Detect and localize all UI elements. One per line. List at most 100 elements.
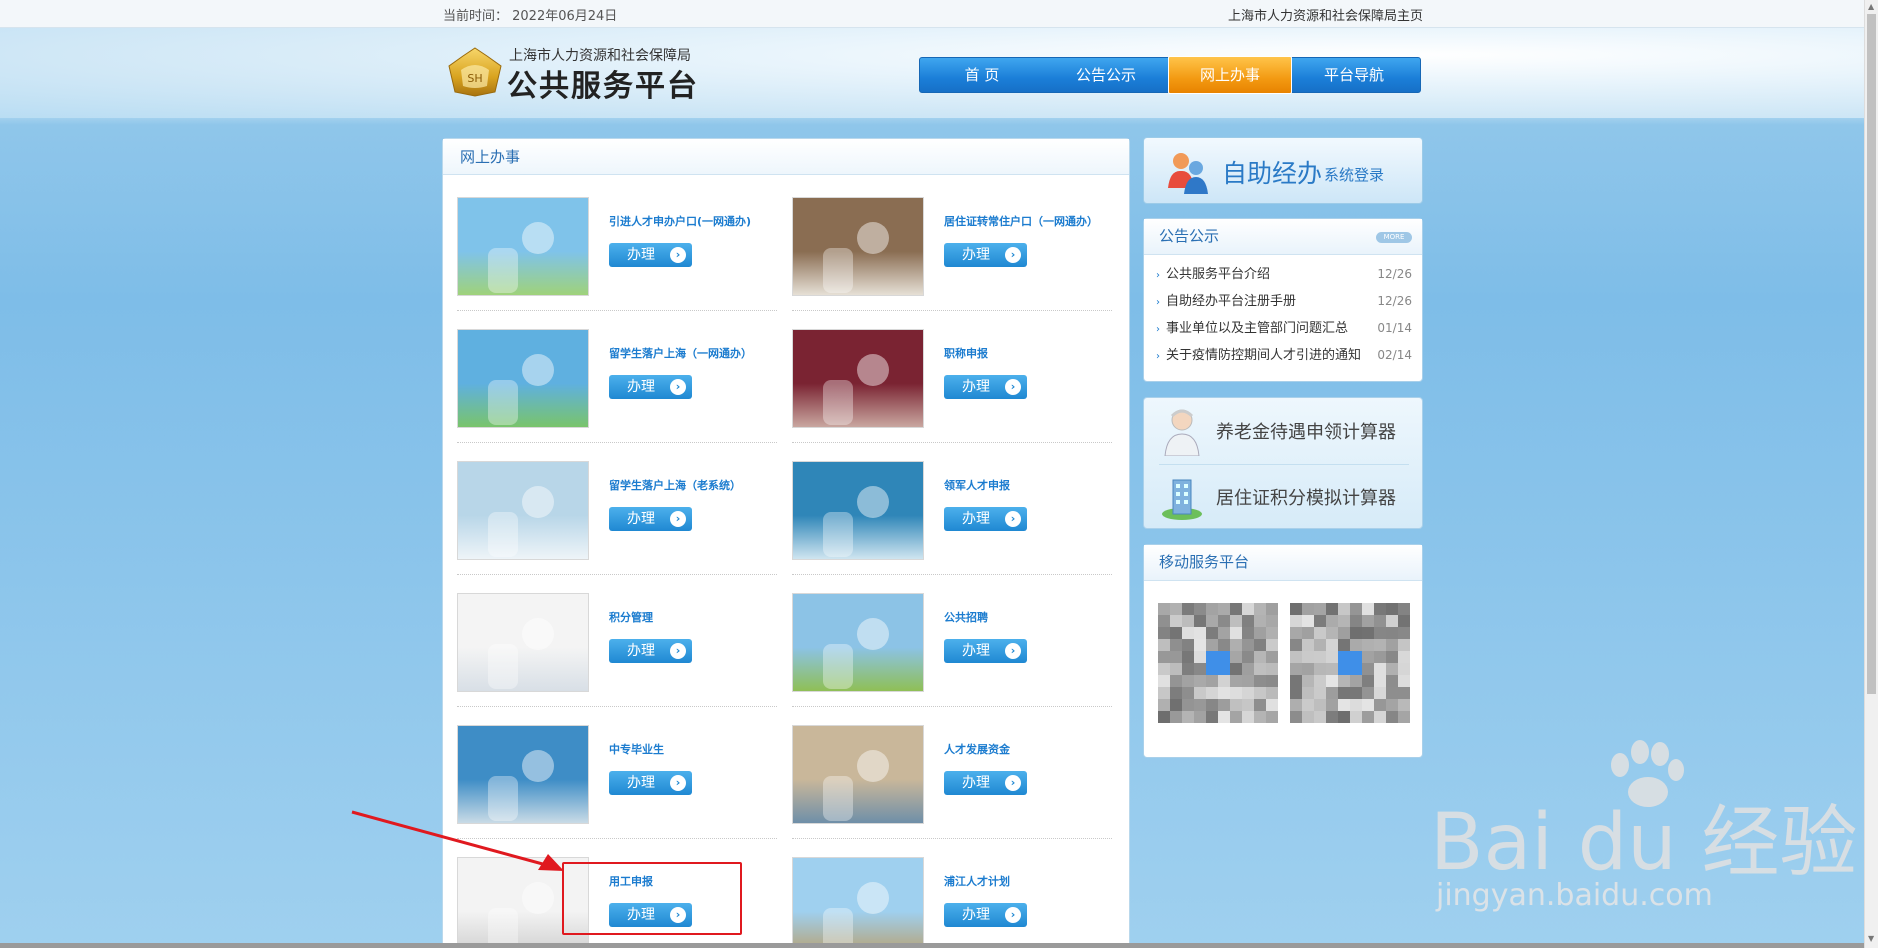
arrow-right-icon: › bbox=[670, 643, 686, 659]
handle-button[interactable]: 办理 › bbox=[944, 771, 1027, 795]
divider bbox=[457, 442, 777, 443]
service-card: 公共招聘办理 › bbox=[792, 593, 1112, 725]
nav-announcements[interactable]: 公告公示 bbox=[1044, 58, 1168, 92]
service-title[interactable]: 居住证转常住户口（一网通办） bbox=[944, 213, 1098, 229]
baidu-watermark: Bai du 经验 jingyan.baidu.com bbox=[1430, 740, 1858, 930]
arrow-right-icon: › bbox=[670, 379, 686, 395]
arrow-right-icon: › bbox=[670, 775, 686, 791]
service-card: 浦江人才计划办理 › bbox=[792, 857, 1112, 948]
divider bbox=[457, 706, 777, 707]
service-thumbnail-image[interactable] bbox=[457, 461, 589, 560]
service-title[interactable]: 中专毕业生 bbox=[609, 741, 664, 757]
arrow-right-icon: › bbox=[1005, 379, 1021, 395]
current-date: 当前时间： 2022年06月24日 bbox=[443, 9, 618, 24]
service-card: 积分管理办理 › bbox=[457, 593, 777, 725]
service-title[interactable]: 浦江人才计划 bbox=[944, 873, 1010, 889]
handle-button[interactable]: 办理 › bbox=[944, 903, 1027, 927]
self-service-login-banner[interactable]: 自助经办 系统登录 bbox=[1143, 137, 1423, 204]
handle-button-label: 办理 bbox=[962, 247, 990, 263]
notice-item[interactable]: › 关于疫情防控期间人才引进的通知 02/14 bbox=[1156, 342, 1412, 369]
service-title[interactable]: 公共招聘 bbox=[944, 609, 988, 625]
scrollbar-thumb[interactable] bbox=[1867, 14, 1876, 694]
pension-calculator-label: 养老金待遇申领计算器 bbox=[1216, 422, 1396, 443]
handle-button[interactable]: 办理 › bbox=[944, 507, 1027, 531]
calculators-box: 养老金待遇申领计算器 居住证积分模拟计算器 bbox=[1143, 397, 1423, 529]
building-icon bbox=[1162, 479, 1202, 520]
service-thumbnail-image[interactable] bbox=[792, 725, 924, 824]
handle-button-label: 办理 bbox=[627, 643, 655, 659]
service-title[interactable]: 留学生落户上海（老系统） bbox=[609, 477, 741, 493]
mobile-platform-box: 移动服务平台 bbox=[1143, 544, 1423, 758]
scroll-down-icon[interactable]: ▼ bbox=[1868, 934, 1874, 943]
qr-code-image bbox=[1158, 603, 1278, 723]
service-card: 引进人才申办户口(一网通办) 办理 › bbox=[457, 197, 777, 329]
bureau-home-link[interactable]: 上海市人力资源和社会保障局主页 bbox=[1228, 5, 1423, 24]
handle-button-label: 办理 bbox=[962, 511, 990, 527]
handle-button-label: 办理 bbox=[627, 511, 655, 527]
service-card: 居住证转常住户口（一网通办） 办理 › bbox=[792, 197, 1112, 329]
service-title[interactable]: 职称申报 bbox=[944, 345, 988, 361]
divider bbox=[792, 442, 1112, 443]
notice-item[interactable]: › 自助经办平台注册手册 12/26 bbox=[1156, 288, 1412, 315]
service-card: 领军人才申报 办理 › bbox=[792, 461, 1112, 593]
residence-points-calculator-label: 居住证积分模拟计算器 bbox=[1216, 488, 1396, 509]
handle-button-label: 办理 bbox=[627, 247, 655, 263]
service-thumbnail-image[interactable] bbox=[792, 857, 924, 948]
divider bbox=[792, 574, 1112, 575]
divider bbox=[457, 574, 777, 575]
handle-button-label: 办理 bbox=[962, 379, 990, 395]
self-service-title: 自助经办 bbox=[1222, 159, 1323, 188]
handle-button[interactable]: 办理 › bbox=[609, 375, 692, 399]
pension-calculator-link[interactable]: 养老金待遇申领计算器 bbox=[1144, 398, 1424, 464]
more-button[interactable]: MORE bbox=[1376, 232, 1412, 243]
users-icon bbox=[1168, 153, 1208, 194]
arrow-right-icon: › bbox=[1005, 511, 1021, 527]
notice-item[interactable]: › 公共服务平台介绍 12/26 bbox=[1156, 261, 1412, 288]
handle-button[interactable]: 办理 › bbox=[609, 243, 692, 267]
bullet-icon: › bbox=[1156, 297, 1160, 308]
service-thumbnail-image[interactable] bbox=[792, 593, 924, 692]
arrow-right-icon: › bbox=[1005, 907, 1021, 923]
handle-button[interactable]: 办理 › bbox=[609, 507, 692, 531]
service-thumbnail-image[interactable] bbox=[457, 329, 589, 428]
mobile-platform-title: 移动服务平台 bbox=[1159, 553, 1250, 571]
service-title[interactable]: 领军人才申报 bbox=[944, 477, 1010, 493]
service-thumbnail-image[interactable] bbox=[457, 197, 589, 296]
nav-online-services[interactable]: 网上办事 bbox=[1168, 56, 1292, 94]
service-title[interactable]: 积分管理 bbox=[609, 609, 653, 625]
arrow-right-icon: › bbox=[1005, 643, 1021, 659]
watermark-text: Bai du 经验 bbox=[1430, 798, 1858, 888]
service-title[interactable]: 引进人才申办户口(一网通办) bbox=[609, 213, 751, 229]
top-bar: 当前时间： 2022年06月24日 上海市人力资源和社会保障局主页 bbox=[0, 0, 1864, 28]
service-card: 留学生落户上海（老系统） 办理 › bbox=[457, 461, 777, 593]
elderly-person-icon bbox=[1164, 409, 1200, 456]
residence-points-calculator-link[interactable]: 居住证积分模拟计算器 bbox=[1144, 464, 1424, 530]
handle-button[interactable]: 办理 › bbox=[944, 639, 1027, 663]
service-thumbnail-image[interactable] bbox=[792, 461, 924, 560]
service-thumbnail-image[interactable] bbox=[792, 197, 924, 296]
qr-code-image bbox=[1290, 603, 1410, 723]
watermark-url: jingyan.baidu.com bbox=[1436, 878, 1713, 913]
notice-item[interactable]: › 事业单位以及主管部门问题汇总 01/14 bbox=[1156, 315, 1412, 342]
red-arrow-annotation bbox=[351, 810, 564, 871]
nav-platform-guide[interactable]: 平台导航 bbox=[1292, 58, 1416, 92]
service-thumbnail-image[interactable] bbox=[457, 593, 589, 692]
service-card: 留学生落户上海（一网通办） 办理 › bbox=[457, 329, 777, 461]
service-title[interactable]: 人才发展资金 bbox=[944, 741, 1010, 757]
service-title[interactable]: 留学生落户上海（一网通办） bbox=[609, 345, 752, 361]
handle-button-label: 办理 bbox=[627, 379, 655, 395]
divider bbox=[792, 838, 1112, 839]
self-service-subtitle: 系统登录 bbox=[1324, 166, 1385, 184]
arrow-right-icon: › bbox=[1005, 247, 1021, 263]
handle-button[interactable]: 办理 › bbox=[609, 639, 692, 663]
handle-button[interactable]: 办理 › bbox=[944, 243, 1027, 267]
scroll-up-icon[interactable]: ▲ bbox=[1868, 2, 1874, 11]
service-thumbnail-image[interactable] bbox=[792, 329, 924, 428]
bullet-icon: › bbox=[1156, 270, 1160, 281]
nav-home[interactable]: 首 页 bbox=[920, 58, 1044, 92]
handle-button[interactable]: 办理 › bbox=[944, 375, 1027, 399]
site-logo[interactable]: SH 上海市人力资源和社会保障局 公共服务平台 bbox=[447, 44, 707, 104]
handle-button[interactable]: 办理 › bbox=[609, 771, 692, 795]
page-scrollbar[interactable]: ▲ ▼ bbox=[1864, 0, 1878, 948]
handle-button-label: 办理 bbox=[962, 643, 990, 659]
